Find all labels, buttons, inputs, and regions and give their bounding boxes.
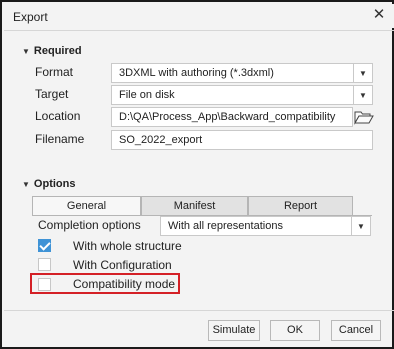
close-icon[interactable]: ✕	[372, 7, 386, 22]
tab-report[interactable]: Report	[248, 196, 353, 216]
format-dropdown[interactable]: 3DXML with authoring (*.3dxml) ▼	[111, 63, 373, 83]
format-value: 3DXML with authoring (*.3dxml)	[119, 67, 274, 79]
tab-general[interactable]: General	[32, 196, 141, 216]
completion-options-label: Completion options	[38, 218, 141, 232]
footer-divider	[4, 310, 394, 311]
whole-structure-label: With whole structure	[73, 239, 182, 253]
options-header-label: Options	[33, 178, 76, 190]
required-header-label: Required	[33, 45, 82, 57]
target-dropdown[interactable]: File on disk ▼	[111, 85, 373, 105]
export-dialog: Export ✕ ▼ Required Format 3DXML with au…	[0, 0, 394, 349]
tab-manifest[interactable]: Manifest	[141, 196, 248, 216]
folder-open-icon[interactable]	[354, 109, 374, 125]
location-label: Location	[35, 109, 81, 123]
ok-button[interactable]: OK	[270, 320, 320, 341]
simulate-button[interactable]: Simulate	[208, 320, 260, 341]
collapse-triangle-icon: ▼	[22, 179, 30, 189]
required-section-header[interactable]: ▼ Required	[22, 45, 82, 57]
filename-label: Filename	[35, 132, 85, 146]
options-section-header[interactable]: ▼ Options	[22, 178, 75, 190]
collapse-triangle-icon: ▼	[22, 46, 30, 56]
target-label: Target	[35, 87, 69, 101]
compatibility-mode-label: Compatibility mode	[73, 277, 176, 291]
target-value: File on disk	[119, 89, 175, 101]
completion-options-dropdown[interactable]: With all representations ▼	[160, 216, 371, 236]
title-divider	[4, 30, 394, 31]
filename-field[interactable]: SO_2022_export	[111, 130, 373, 150]
whole-structure-checkbox[interactable]	[38, 239, 51, 252]
completion-options-value: With all representations	[168, 220, 283, 232]
location-field[interactable]: D:\QA\Process_App\Backward_compatibility	[111, 107, 353, 127]
title-bar: Export ✕	[4, 4, 394, 28]
format-label: Format	[35, 65, 74, 79]
compatibility-mode-checkbox[interactable]	[38, 278, 51, 291]
chevron-down-icon[interactable]: ▼	[353, 64, 372, 82]
configuration-label: With Configuration	[73, 258, 172, 272]
chevron-down-icon[interactable]: ▼	[353, 86, 372, 104]
configuration-checkbox[interactable]	[38, 258, 51, 271]
cancel-button[interactable]: Cancel	[331, 320, 381, 341]
chevron-down-icon[interactable]: ▼	[351, 217, 370, 235]
dialog-title: Export	[13, 10, 48, 24]
